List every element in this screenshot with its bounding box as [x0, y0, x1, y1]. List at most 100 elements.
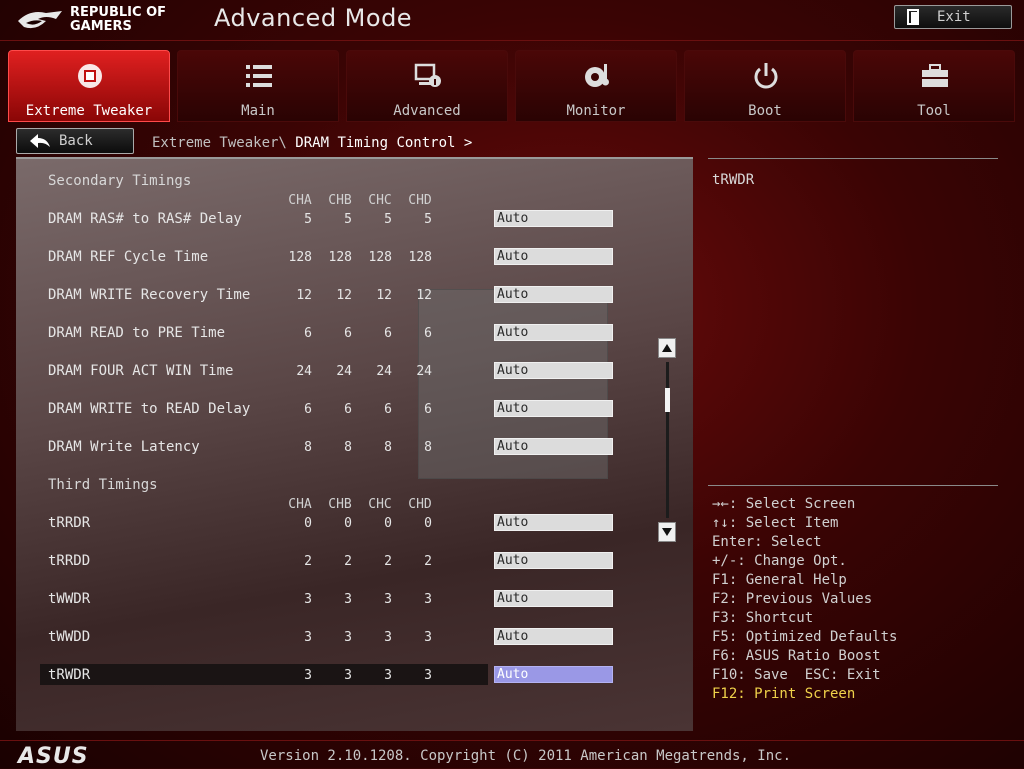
breadcrumb: Extreme Tweaker\ DRAM Timing Control >: [152, 135, 472, 151]
timing-row-label[interactable]: DRAM FOUR ACT WIN Time: [48, 363, 233, 379]
tab-monitor[interactable]: Monitor: [515, 50, 677, 122]
setting-value-box[interactable]: Auto: [494, 286, 613, 303]
channel-value: 2: [304, 554, 312, 569]
channel-header: CHB: [328, 497, 352, 512]
key-hint: →←: Select Screen: [712, 496, 856, 512]
timing-row-label[interactable]: DRAM WRITE to READ Delay: [48, 401, 250, 417]
advanced-icon: [414, 63, 441, 87]
scrollbar-thumb[interactable]: [665, 388, 670, 412]
channel-value: 6: [344, 402, 352, 417]
tab-label: Advanced: [393, 103, 461, 119]
channel-value: 128: [328, 250, 352, 265]
key-hint: F3: Shortcut: [712, 610, 814, 626]
tab-tool[interactable]: Tool: [853, 50, 1015, 122]
channel-value: 128: [288, 250, 312, 265]
scroll-up-button[interactable]: [658, 338, 676, 358]
timing-row-label[interactable]: DRAM Write Latency: [48, 439, 200, 455]
brand-text: REPUBLIC OF GAMERS: [70, 6, 166, 34]
channel-value: 6: [384, 326, 392, 341]
brand-line2: GAMERS: [70, 19, 132, 34]
channel-header: CHD: [408, 193, 432, 208]
setting-value-box[interactable]: Auto: [494, 590, 613, 607]
setting-value-box[interactable]: Auto: [494, 400, 613, 417]
channel-header: CHB: [328, 193, 352, 208]
channel-value: 5: [424, 212, 432, 227]
channel-value: 3: [304, 592, 312, 607]
channel-value: 3: [344, 592, 352, 607]
timing-row-label[interactable]: DRAM RAS# to RAS# Delay: [48, 211, 242, 227]
channel-value: 12: [376, 288, 392, 303]
scrollbar-track[interactable]: [666, 362, 669, 518]
channel-value: 0: [304, 516, 312, 531]
tweaker-icon: [78, 64, 102, 88]
channel-value: 128: [368, 250, 392, 265]
tab-main[interactable]: Main: [177, 50, 339, 122]
tab-label: Main: [241, 103, 275, 119]
tab-label: Boot: [748, 103, 782, 119]
setting-value-box[interactable]: Auto: [494, 362, 613, 379]
channel-value: 24: [416, 364, 432, 379]
setting-value-box[interactable]: Auto: [494, 248, 613, 265]
exit-button[interactable]: Exit: [894, 5, 1012, 29]
timing-row-label[interactable]: DRAM READ to PRE Time: [48, 325, 225, 341]
channel-header: CHC: [368, 193, 392, 208]
channel-value: 0: [344, 516, 352, 531]
channel-value: 8: [424, 440, 432, 455]
back-button[interactable]: Back: [16, 128, 134, 154]
channel-header: CHA: [288, 497, 312, 512]
mode-title: Advanced Mode: [214, 4, 413, 32]
channel-value: 6: [304, 326, 312, 341]
tab-extreme-tweaker[interactable]: Extreme Tweaker: [8, 50, 170, 122]
timing-row-label[interactable]: DRAM REF Cycle Time: [48, 249, 208, 265]
timing-row-label[interactable]: tWWDR: [48, 591, 90, 607]
key-hint: Enter: Select: [712, 534, 822, 550]
channel-value: 128: [408, 250, 432, 265]
exit-door-icon: [907, 9, 919, 25]
timing-row-label[interactable]: tWWDD: [48, 629, 90, 645]
tab-boot[interactable]: Boot: [684, 50, 846, 122]
tab-label: Extreme Tweaker: [25, 103, 153, 119]
rog-logo: REPUBLIC OF GAMERS: [16, 5, 186, 37]
key-hint: F10: Save ESC: Exit: [712, 667, 881, 683]
back-label: Back: [59, 133, 93, 149]
section-title-secondary: Secondary Timings: [48, 173, 192, 189]
key-hint: F1: General Help: [712, 572, 847, 588]
setting-value-box[interactable]: Auto: [494, 324, 613, 341]
channel-value: 5: [384, 212, 392, 227]
channel-value: 2: [384, 554, 392, 569]
channel-value: 6: [424, 326, 432, 341]
breadcrumb-parent[interactable]: Extreme Tweaker\: [152, 135, 287, 151]
key-hint: ↑↓: Select Item: [712, 515, 839, 531]
timing-row-label[interactable]: tRRDD: [48, 553, 90, 569]
setting-value-box[interactable]: Auto: [494, 438, 613, 455]
channel-value: 12: [416, 288, 432, 303]
channel-value: 3: [384, 592, 392, 607]
channel-value: 0: [424, 516, 432, 531]
timing-row-label[interactable]: tRRDR: [48, 515, 90, 531]
tab-advanced[interactable]: Advanced: [346, 50, 508, 122]
setting-value-box[interactable]: Auto: [494, 514, 613, 531]
channel-value: 2: [344, 554, 352, 569]
setting-value-box[interactable]: Auto: [494, 628, 613, 645]
monitor-gauge-icon: [585, 64, 609, 87]
timing-row-label-selected[interactable]: tRWDR: [48, 667, 90, 683]
channel-value: 12: [296, 288, 312, 303]
arrow-up-icon: [662, 344, 672, 352]
setting-value-box[interactable]: Auto: [494, 552, 613, 569]
key-hint: +/-: Change Opt.: [712, 553, 847, 569]
timing-row-label[interactable]: DRAM WRITE Recovery Time: [48, 287, 250, 303]
breadcrumb-current: DRAM Timing Control >: [295, 135, 473, 151]
help-item-name: tRWDR: [712, 172, 755, 188]
asus-logo: ASUS: [18, 744, 89, 769]
setting-value-box-selected[interactable]: Auto: [494, 666, 613, 683]
setting-value-box[interactable]: Auto: [494, 210, 613, 227]
channel-value: 24: [336, 364, 352, 379]
channel-value: 24: [296, 364, 312, 379]
scroll-down-button[interactable]: [658, 522, 676, 542]
key-hint: F6: ASUS Ratio Boost: [712, 648, 881, 664]
channel-value: 3: [424, 592, 432, 607]
brand-line1: REPUBLIC OF: [70, 5, 167, 20]
version-text: Version 2.10.1208. Copyright (C) 2011 Am…: [260, 748, 792, 764]
channel-header: CHA: [288, 193, 312, 208]
arrow-down-icon: [662, 528, 672, 536]
